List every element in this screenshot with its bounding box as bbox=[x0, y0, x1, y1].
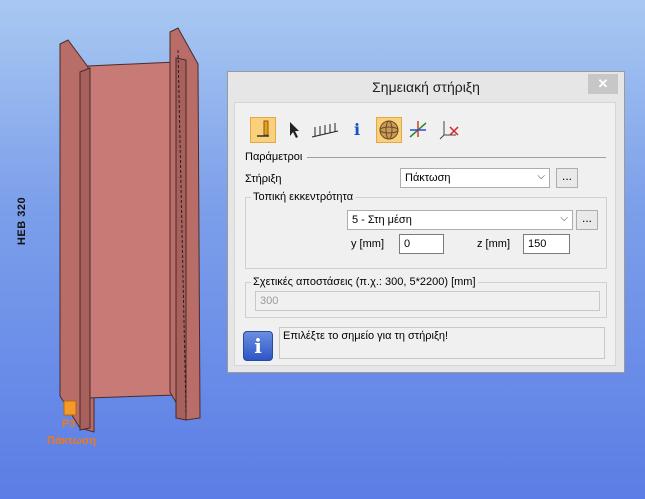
info-icon: i bbox=[354, 120, 361, 139]
local-axes-icon bbox=[409, 121, 427, 138]
section-label: HEB 320 bbox=[16, 196, 29, 246]
support-type-label: Πάκτωση bbox=[47, 435, 96, 447]
select-pointer-icon bbox=[290, 122, 299, 138]
info-tool[interactable]: i bbox=[345, 117, 371, 143]
info-message: Επιλέξτε το σημείο για τη στήριξη! bbox=[279, 327, 605, 359]
sphere-view-icon bbox=[379, 120, 399, 140]
dialog-panel: i Παράμετροι Στήριξη Πάκτωση ⌵ ... Τοπικ… bbox=[234, 102, 616, 366]
point-support-dialog: Σημειακή στήριξη ✕ i Παράμετροι Στήριξη … bbox=[227, 71, 625, 373]
dialog-titlebar[interactable]: Σημειακή στήριξη ✕ bbox=[228, 72, 624, 102]
z-label: z [mm] bbox=[477, 238, 510, 250]
delete-support-tool[interactable] bbox=[436, 117, 462, 143]
chevron-down-icon: ⌵ bbox=[537, 171, 545, 182]
support-more-button[interactable]: ... bbox=[556, 168, 578, 188]
support-id-label: P3 bbox=[62, 418, 76, 430]
z-input[interactable]: 150 bbox=[523, 234, 570, 254]
point-support-tool[interactable] bbox=[250, 117, 276, 143]
parameters-label: Παράμετροι bbox=[245, 151, 303, 163]
eccentricity-group bbox=[245, 197, 607, 269]
close-button[interactable]: ✕ bbox=[588, 74, 618, 94]
dialog-title: Σημειακή στήριξη bbox=[372, 79, 480, 95]
sphere-view-tool[interactable] bbox=[376, 117, 402, 143]
distances-input[interactable]: 300 bbox=[255, 291, 600, 311]
local-axes-tool[interactable] bbox=[406, 117, 432, 143]
y-label: y [mm] bbox=[351, 238, 384, 250]
support-label: Στήριξη bbox=[245, 173, 282, 185]
y-input[interactable]: 0 bbox=[399, 234, 444, 254]
delete-support-icon bbox=[439, 121, 459, 140]
parameters-divider bbox=[307, 157, 606, 158]
distributed-support-tool[interactable] bbox=[310, 117, 340, 143]
eccentricity-value: 5 - Στη μέση bbox=[352, 214, 412, 226]
beam-web bbox=[87, 61, 177, 399]
select-tool[interactable] bbox=[282, 117, 308, 143]
support-type-select[interactable]: Πάκτωση ⌵ bbox=[400, 168, 550, 188]
info-message-icon: i bbox=[243, 331, 273, 361]
distances-group-title: Σχετικές αποστάσεις (π.χ.: 300, 5*2200) … bbox=[251, 276, 478, 288]
support-marker bbox=[63, 400, 77, 416]
beam-left-flange-front bbox=[79, 67, 91, 431]
chevron-down-icon: ⌵ bbox=[560, 213, 568, 224]
eccentricity-select[interactable]: 5 - Στη μέση ⌵ bbox=[347, 210, 573, 230]
eccentricity-more-button[interactable]: ... bbox=[576, 210, 598, 230]
close-icon: ✕ bbox=[597, 76, 609, 91]
distributed-support-icon bbox=[311, 123, 339, 138]
point-support-icon bbox=[257, 120, 269, 137]
eccentricity-group-title: Τοπική εκκεντρότητα bbox=[251, 191, 356, 203]
support-type-value: Πάκτωση bbox=[405, 172, 451, 184]
